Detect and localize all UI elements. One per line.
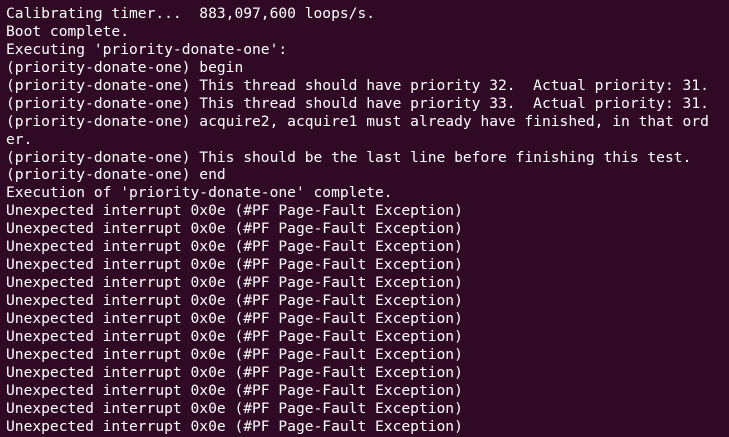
terminal-line: Unexpected interrupt 0x0e (#PF Page-Faul… <box>6 327 463 345</box>
terminal-line: Unexpected interrupt 0x0e (#PF Page-Faul… <box>6 220 463 238</box>
terminal-window[interactable]: Calibrating timer... 883,097,600 loops/s… <box>0 0 729 437</box>
terminal-line: (priority-donate-one) end <box>6 166 226 184</box>
terminal-line: Unexpected interrupt 0x0e (#PF Page-Faul… <box>6 292 463 309</box>
terminal-line: er. <box>6 130 33 148</box>
terminal-line: (priority-donate-one) This should be the… <box>6 148 692 166</box>
terminal-line: Unexpected interrupt 0x0e (#PF Page-Faul… <box>6 202 463 220</box>
terminal-line: Unexpected interrupt 0x0e (#PF Page-Faul… <box>6 238 463 256</box>
terminal-line: Unexpected interrupt 0x0e (#PF Page-Faul… <box>6 256 463 274</box>
terminal-line: Unexpected interrupt 0x0e (#PF Page-Faul… <box>6 399 463 417</box>
terminal-line: (priority-donate-one) acquire2, acquire1… <box>6 112 709 130</box>
terminal-line: Executing 'priority-donate-one': <box>6 40 288 58</box>
terminal-line: Execution of 'priority-donate-one' compl… <box>6 184 393 202</box>
terminal-line: Calibrating timer... 883,097,600 loops/s… <box>6 5 376 22</box>
terminal-line: Unexpected interrupt 0x0e (#PF Page-Faul… <box>6 417 463 435</box>
terminal-output: Calibrating timer... 883,097,600 loops/s… <box>6 5 729 436</box>
terminal-line: Unexpected interrupt 0x0e (#PF Page-Faul… <box>6 274 463 292</box>
terminal-line: Unexpected interrupt 0x0e (#PF Page-Faul… <box>6 345 463 363</box>
terminal-line: (priority-donate-one) begin <box>6 58 244 76</box>
terminal-line: Unexpected interrupt 0x0e (#PF Page-Faul… <box>6 309 463 327</box>
terminal-line: Unexpected interrupt 0x0e (#PF Page-Faul… <box>6 381 463 399</box>
terminal-line: Boot complete. <box>6 22 130 40</box>
terminal-line: (priority-donate-one) This thread should… <box>6 76 709 94</box>
terminal-line: (priority-donate-one) This thread should… <box>6 94 709 112</box>
terminal-line: Unexpected interrupt 0x0e (#PF Page-Faul… <box>6 363 463 381</box>
